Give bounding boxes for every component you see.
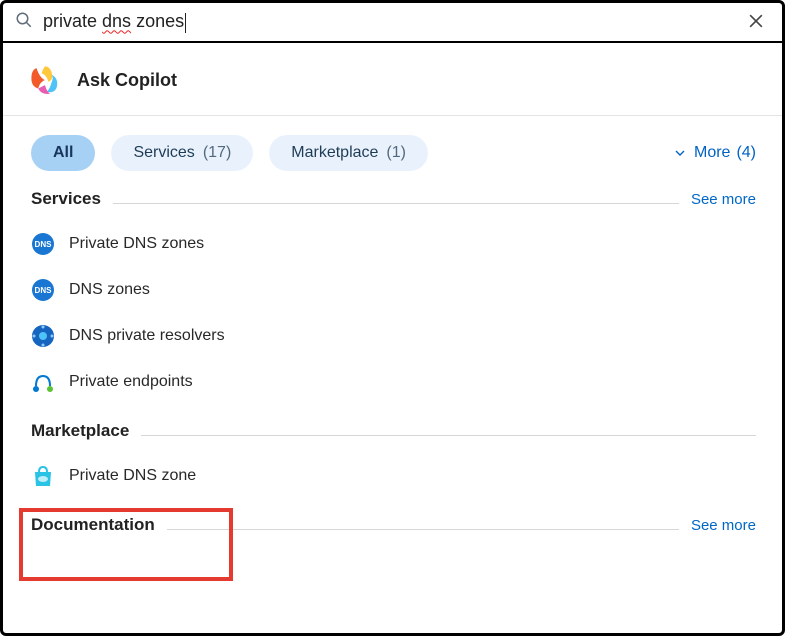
filter-pill-marketplace[interactable]: Marketplace (1) <box>269 135 428 171</box>
section-rule <box>141 435 756 436</box>
service-item-dns-private-resolvers[interactable]: DNS private resolvers <box>31 313 756 359</box>
search-input[interactable]: private dns zones <box>43 11 732 32</box>
marketplace-item-private-dns-zone[interactable]: Private DNS zone <box>31 453 756 499</box>
filter-pill-all[interactable]: All <box>31 135 95 171</box>
result-list: Private DNS zone <box>31 453 756 513</box>
dns-badge-icon: DNS <box>31 278 55 302</box>
pill-label: Marketplace <box>291 144 378 162</box>
result-label: Private endpoints <box>69 373 193 391</box>
pill-count: (17) <box>203 144 231 162</box>
filter-pill-services[interactable]: Services (17) <box>111 135 253 171</box>
pill-label: Services <box>133 144 194 162</box>
section-rule <box>167 529 679 530</box>
endpoints-icon <box>31 370 55 394</box>
filter-more-button[interactable]: More (4) <box>672 144 756 162</box>
section-header: Documentation See more <box>31 515 756 535</box>
copilot-logo-icon <box>27 63 63 97</box>
documentation-see-more-link[interactable]: See more <box>691 517 756 534</box>
pill-count: (1) <box>386 144 406 162</box>
more-label: More <box>694 144 730 162</box>
result-label: DNS zones <box>69 281 150 299</box>
copilot-title: Ask Copilot <box>77 70 177 91</box>
section-services: Services See more DNS Private DNS zones … <box>3 187 782 419</box>
pill-label: All <box>53 144 73 162</box>
section-rule <box>113 203 679 204</box>
section-marketplace: Marketplace Private DNS zone <box>3 419 782 513</box>
search-icon <box>15 11 33 34</box>
resolver-icon <box>31 324 55 348</box>
result-label: DNS private resolvers <box>69 327 225 345</box>
services-see-more-link[interactable]: See more <box>691 191 756 208</box>
search-bar: private dns zones <box>3 3 782 43</box>
service-item-dns-zones[interactable]: DNS DNS zones <box>31 267 756 313</box>
result-label: Private DNS zones <box>69 235 204 253</box>
dns-badge-icon: DNS <box>31 232 55 256</box>
svg-text:DNS: DNS <box>35 286 53 295</box>
section-title: Documentation <box>31 515 155 535</box>
section-header: Marketplace <box>31 421 756 441</box>
service-item-private-dns-zones[interactable]: DNS Private DNS zones <box>31 221 756 267</box>
clear-search-button[interactable] <box>742 7 770 38</box>
bag-icon <box>31 464 55 488</box>
ask-copilot-row[interactable]: Ask Copilot <box>3 43 782 116</box>
result-label: Private DNS zone <box>69 467 196 485</box>
svg-text:DNS: DNS <box>35 240 53 249</box>
section-title: Marketplace <box>31 421 129 441</box>
filter-row: All Services (17) Marketplace (1) More (… <box>3 116 782 187</box>
section-documentation: Documentation See more <box>3 513 782 535</box>
service-item-private-endpoints[interactable]: Private endpoints <box>31 359 756 405</box>
section-header: Services See more <box>31 189 756 209</box>
result-list: DNS Private DNS zones DNS DNS zones DNS … <box>31 221 756 419</box>
more-count: (4) <box>736 144 756 162</box>
chevron-down-icon <box>672 145 688 161</box>
section-title: Services <box>31 189 101 209</box>
